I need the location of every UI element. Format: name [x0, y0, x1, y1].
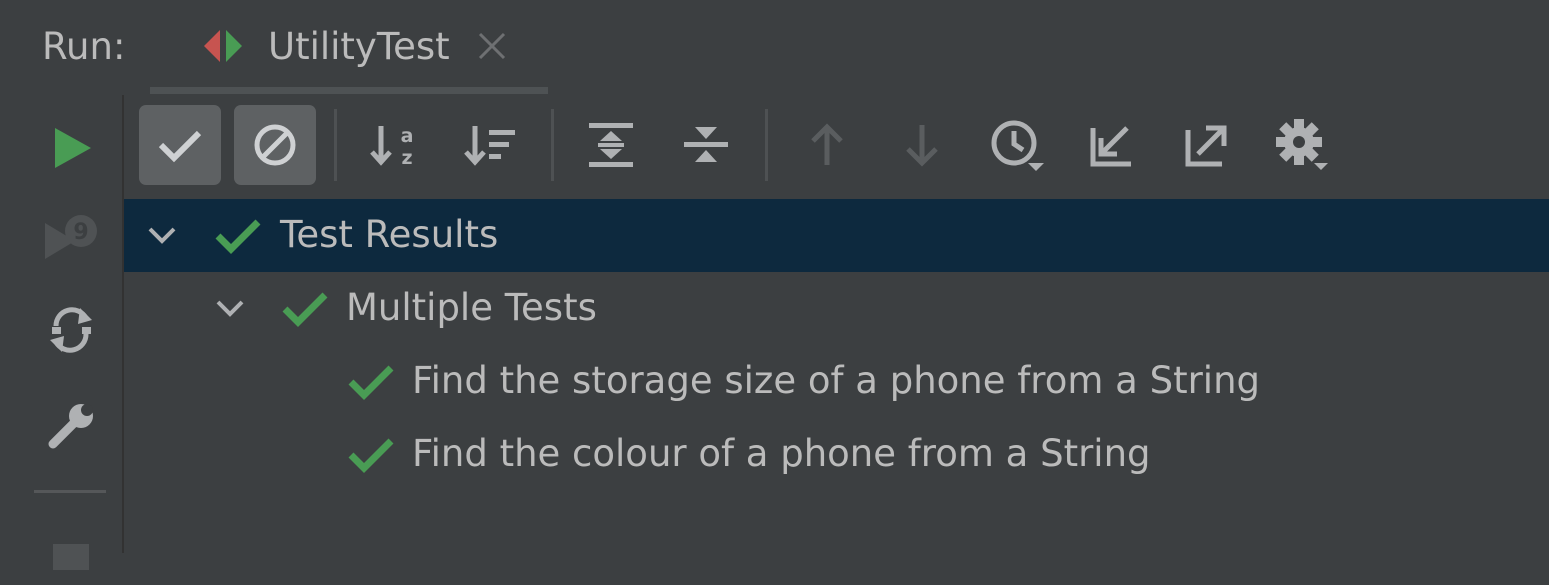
close-icon[interactable]: [476, 30, 508, 62]
rerun-failed-tests-button[interactable]: 9: [36, 203, 106, 273]
rerun-failed-tests-icon: 9: [41, 211, 101, 265]
toolbar-separator: [34, 490, 106, 493]
previous-occurrence-button[interactable]: [786, 105, 868, 185]
next-occurrence-icon: [902, 121, 942, 169]
tab-title: UtilityTest: [268, 25, 450, 68]
tree-row-multiple-tests[interactable]: Multiple Tests: [124, 272, 1549, 345]
toolbar-separator: [551, 109, 554, 181]
svg-text:9: 9: [73, 220, 88, 245]
settings-wrench-button[interactable]: [36, 391, 106, 461]
show-passed-toggle[interactable]: [139, 105, 221, 185]
chevron-down-icon[interactable]: [212, 290, 248, 326]
expand-all-button[interactable]: [570, 105, 652, 185]
run-label: Run:: [42, 25, 126, 68]
test-settings-button[interactable]: [1261, 105, 1343, 185]
show-ignored-toggle[interactable]: [234, 105, 316, 185]
gear-icon: [1274, 117, 1330, 173]
previous-occurrence-icon: [807, 121, 847, 169]
test-run-icon: [200, 26, 246, 66]
toggle-auto-test-icon: [46, 302, 96, 358]
chevron-down-icon[interactable]: [144, 217, 180, 253]
passed-check-icon: [347, 435, 395, 475]
collapse-all-button[interactable]: [665, 105, 747, 185]
show-passed-icon: [157, 125, 203, 165]
stop-icon: [51, 530, 91, 570]
tree-row-test-colour[interactable]: Find the colour of a phone from a String: [124, 418, 1549, 491]
test-history-icon: [988, 117, 1046, 173]
passed-check-icon: [347, 362, 395, 402]
rerun-button[interactable]: [36, 113, 106, 183]
toolbar-separator: [334, 109, 337, 181]
stop-button[interactable]: [36, 515, 106, 585]
rerun-icon: [49, 126, 93, 170]
passed-check-icon: [214, 216, 262, 256]
svg-text:z: z: [401, 147, 412, 168]
show-ignored-icon: [252, 122, 298, 168]
expand-all-icon: [586, 120, 636, 170]
toolbar-separator: [765, 109, 768, 181]
wrench-icon: [45, 400, 97, 452]
collapse-all-icon: [681, 120, 731, 170]
test-history-button[interactable]: [976, 105, 1058, 185]
svg-text:a: a: [401, 125, 414, 147]
import-tests-button[interactable]: [1071, 105, 1153, 185]
tab-utility-test[interactable]: UtilityTest: [150, 14, 548, 94]
export-tests-icon: [1182, 120, 1232, 170]
sort-alphabetically-icon: a z: [369, 122, 421, 168]
run-tool-window-header: Run: UtilityTest: [0, 0, 1549, 95]
test-results-tree: Test Results Multiple Tests Find the sto…: [124, 199, 1549, 553]
tree-row-label: Find the storage size of a phone from a …: [412, 359, 1261, 402]
export-tests-button[interactable]: [1166, 105, 1248, 185]
import-tests-icon: [1087, 120, 1137, 170]
passed-check-icon: [281, 289, 329, 329]
tree-row-label: Multiple Tests: [346, 286, 597, 329]
tree-row-test-storage-size[interactable]: Find the storage size of a phone from a …: [124, 345, 1549, 418]
run-side-toolbar: 9: [0, 95, 122, 570]
tree-row-label: Find the colour of a phone from a String: [412, 432, 1151, 475]
sort-alphabetically-button[interactable]: a z: [354, 105, 436, 185]
tree-row-label: Test Results: [280, 213, 499, 256]
toggle-auto-test-button[interactable]: [36, 295, 106, 365]
tab-selected-indicator: [150, 87, 548, 94]
sort-by-duration-icon: [463, 122, 519, 168]
sort-by-duration-button[interactable]: [450, 105, 532, 185]
test-runner-toolbar: a z: [124, 95, 1549, 199]
tree-row-test-results[interactable]: Test Results: [124, 199, 1549, 272]
next-occurrence-button[interactable]: [881, 105, 963, 185]
